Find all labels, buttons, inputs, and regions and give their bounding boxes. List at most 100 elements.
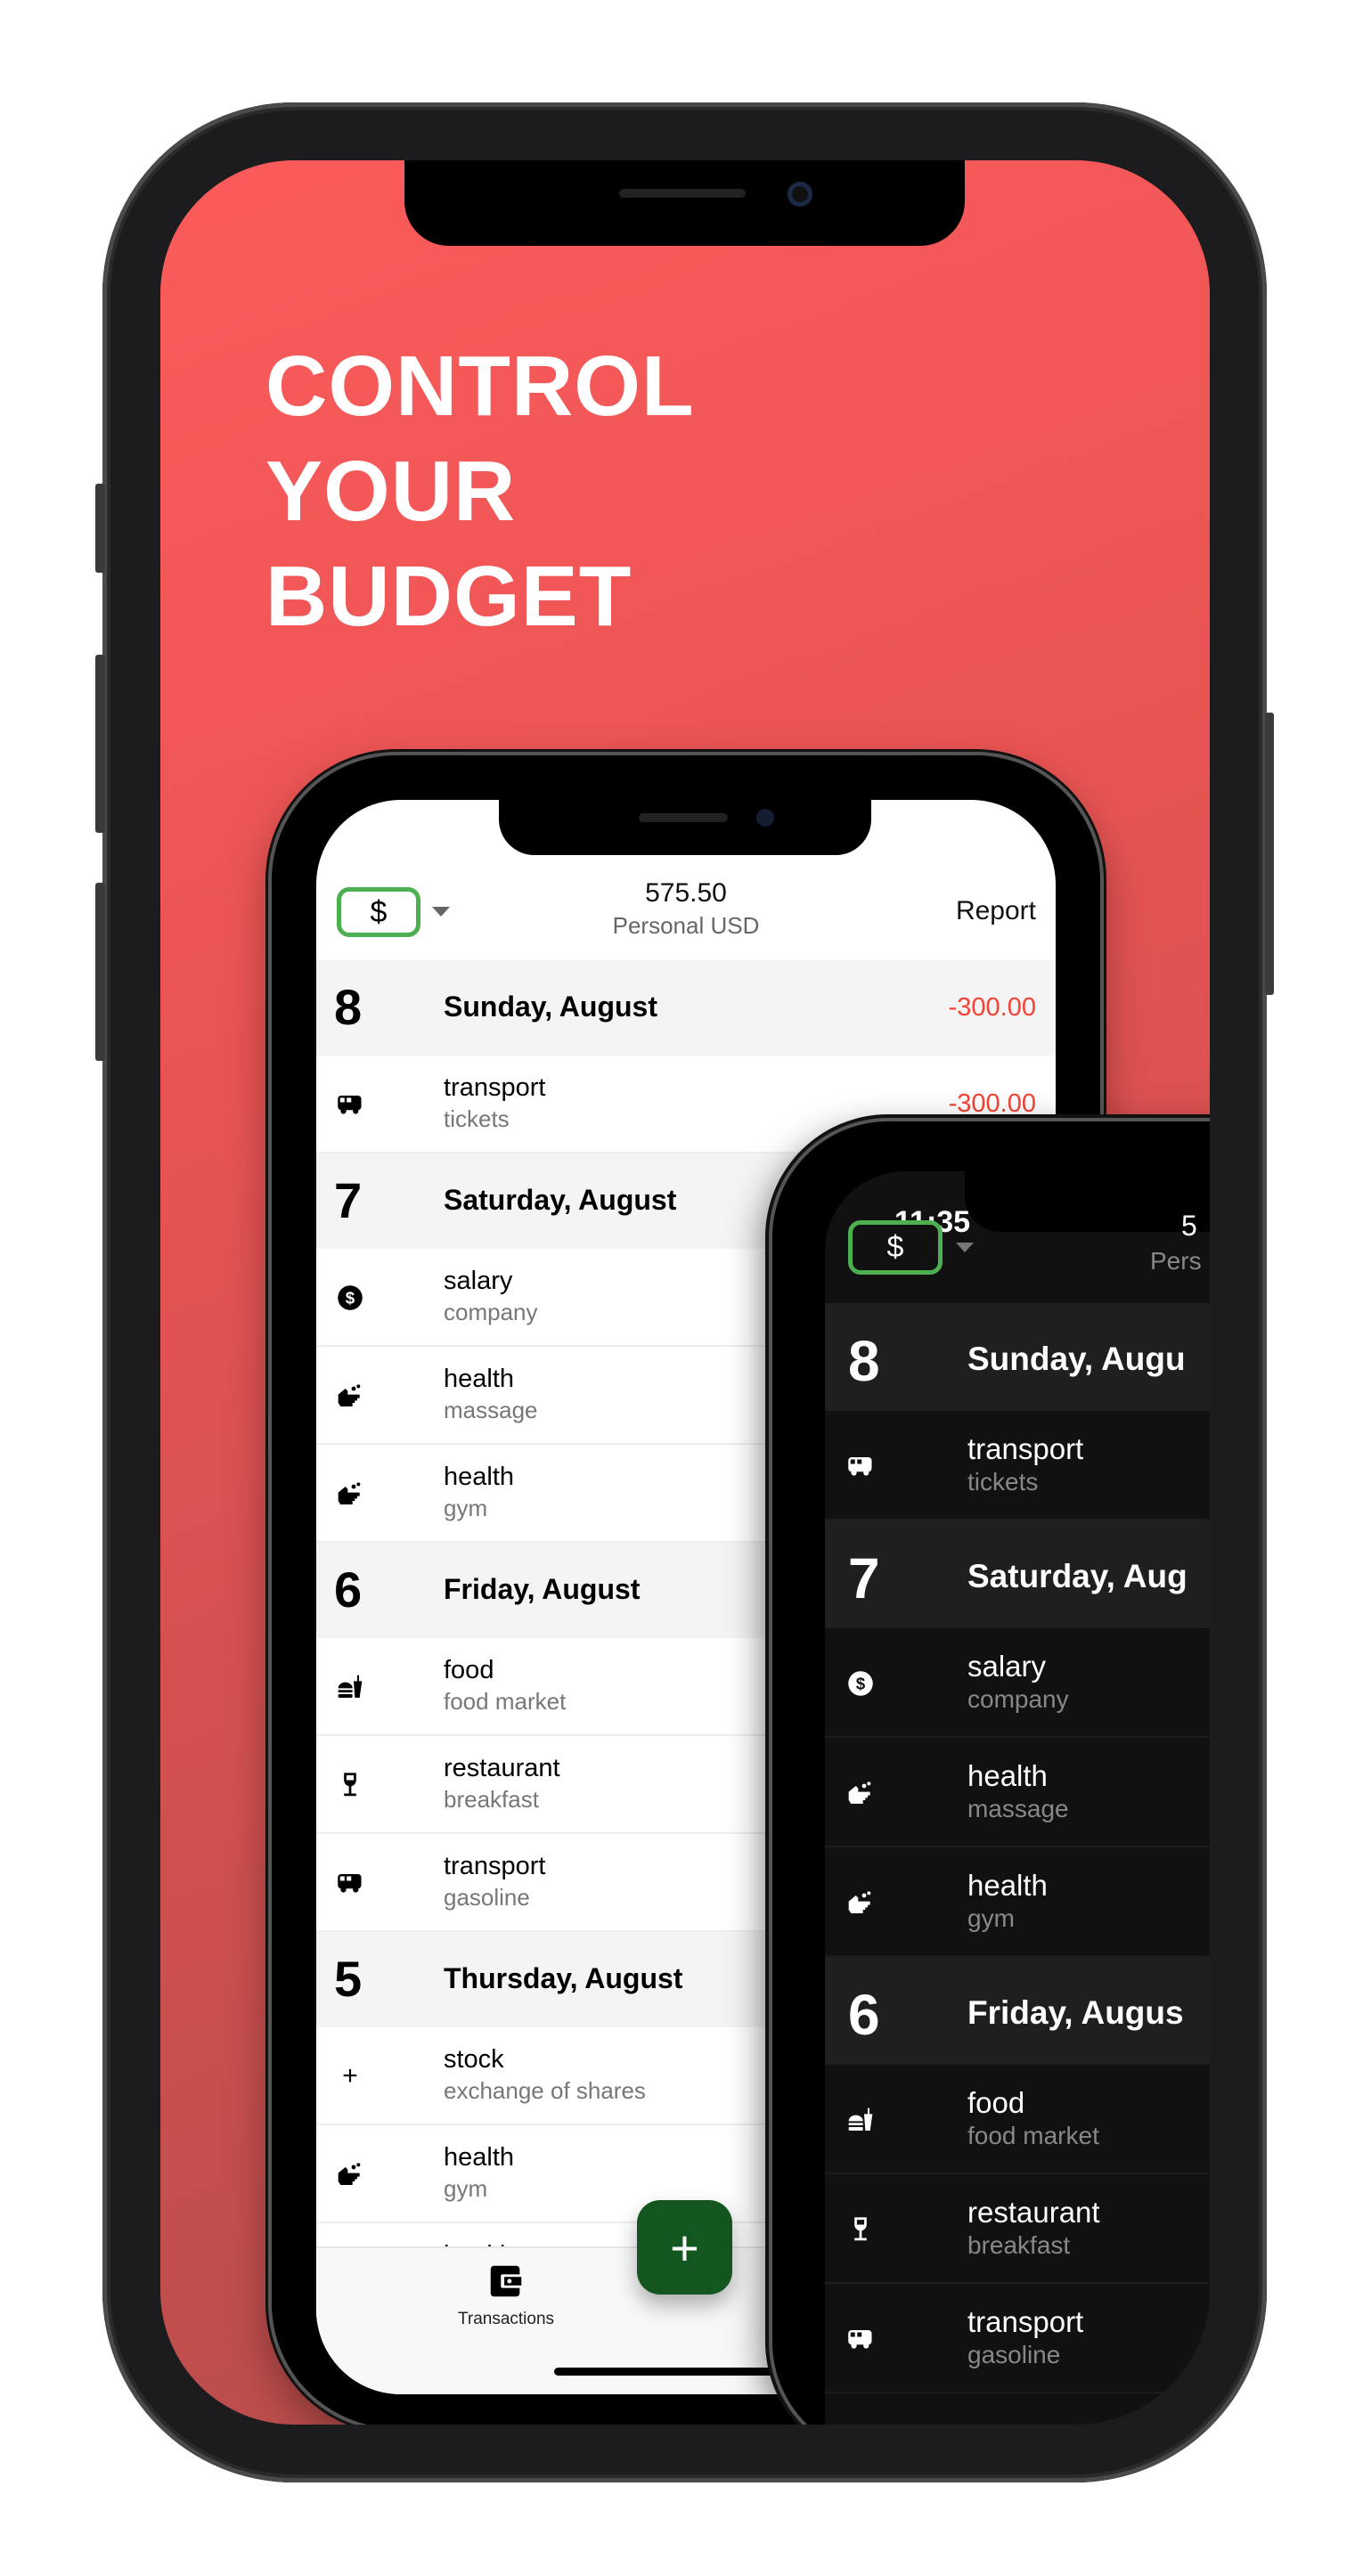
dropdown-arrow-icon[interactable]	[956, 1243, 974, 1252]
fastfood-icon	[332, 1638, 368, 1736]
tab-transactions[interactable]: Transactions	[453, 2261, 559, 2329]
category: health	[967, 1759, 1048, 1792]
category: salary	[444, 1267, 513, 1295]
subcategory: breakfast	[967, 2231, 1071, 2259]
subcategory: exchange of shares	[444, 2077, 646, 2104]
hand-wash-icon	[843, 1738, 878, 1847]
account-name: Personal USD	[612, 912, 760, 939]
day-title: Sunday, August	[444, 990, 657, 1023]
day-header[interactable]: 6 Friday, Augus	[825, 1957, 1210, 2065]
transaction-row[interactable]: transport tickets	[825, 1411, 1210, 1520]
subcategory: gym	[444, 1495, 488, 1521]
bus-icon	[843, 2284, 878, 2393]
transaction-row[interactable]: health massage	[825, 1738, 1210, 1847]
day-number: 6	[334, 1561, 363, 1618]
transaction-row[interactable]: food food market	[825, 2065, 1210, 2174]
subcategory: gym	[444, 2175, 488, 2202]
category: health	[444, 1463, 515, 1491]
notch	[499, 800, 871, 855]
plus-icon: +	[670, 2219, 699, 2276]
day-title: Sunday, Augu	[967, 1341, 1186, 1377]
dark-phone: 11:35 $ 5 Pers 8 Sunday, Augu transport …	[772, 1121, 1210, 2425]
transaction-row[interactable]: health gym	[825, 1847, 1210, 1957]
category: transport	[967, 2305, 1084, 2338]
currency-selector[interactable]: $	[848, 1220, 943, 1275]
category: salary	[967, 1650, 1047, 1683]
hand-wash-icon	[843, 1847, 878, 1957]
day-title: Friday, Augus	[967, 1994, 1184, 2031]
subcategory: food market	[967, 2122, 1099, 2149]
currency-symbol: $	[886, 1230, 904, 1264]
bus-icon	[332, 1056, 368, 1153]
subcategory: tickets	[967, 1468, 1039, 1496]
category: food	[967, 2086, 1025, 2119]
amount: -300.00	[948, 1089, 1036, 1118]
tab-label: Transactions	[457, 2310, 555, 2328]
category: transport	[444, 1073, 546, 1102]
category: transport	[967, 1432, 1084, 1465]
day-number: 7	[848, 1546, 880, 1610]
fastfood-icon	[843, 2065, 878, 2174]
notch	[965, 1171, 1210, 1232]
dropdown-arrow-icon[interactable]	[432, 907, 450, 917]
day-title: Friday, August	[444, 1573, 641, 1605]
subcategory: breakfast	[444, 1786, 539, 1813]
day-title: Saturday, August	[444, 1184, 677, 1216]
mute-switch	[95, 484, 105, 573]
headline-line: CONTROL	[265, 338, 695, 434]
subcategory: company	[444, 1299, 538, 1325]
day-header[interactable]: 7 Saturday, Aug	[825, 1520, 1210, 1628]
account-name: Pers	[1150, 1247, 1202, 1275]
day-header[interactable]: 8 Sunday, August -300.00	[316, 960, 1056, 1056]
wine-glass-icon	[332, 1736, 368, 1834]
category: health	[444, 2143, 515, 2172]
category: transport	[444, 1852, 546, 1880]
category: stock	[444, 2045, 504, 2074]
day-header[interactable]: 8 Sunday, Augu	[825, 1303, 1210, 1411]
subcategory: tickets	[444, 1105, 510, 1132]
headline-line: BUDGET	[265, 549, 633, 644]
wine-glass-icon	[843, 2174, 878, 2284]
report-button[interactable]: Report	[956, 896, 1036, 926]
camera	[788, 182, 812, 207]
category: health	[967, 1869, 1048, 1902]
dollar-circle-icon: $	[332, 1249, 368, 1347]
svg-text:$: $	[346, 1288, 355, 1307]
volume-down-button	[95, 883, 105, 1061]
transaction-row[interactable]: transport gasoline	[825, 2284, 1210, 2393]
currency-selector[interactable]: $	[337, 887, 420, 937]
plus-icon: +	[342, 2061, 358, 2091]
speaker	[619, 189, 746, 198]
day-number: 8	[848, 1329, 880, 1393]
balance: 575.50	[645, 878, 727, 908]
headline-line: YOUR	[265, 444, 517, 539]
subcategory: gasoline	[967, 2341, 1061, 2368]
power-button	[1265, 713, 1274, 995]
add-transaction-button[interactable]: +	[637, 2200, 732, 2295]
hand-wash-icon	[332, 2125, 368, 2223]
day-title: Thursday, August	[444, 1962, 683, 1994]
category: food	[444, 1656, 494, 1684]
category: restaurant	[967, 2196, 1100, 2229]
subcategory: gym	[967, 1904, 1015, 1932]
day-title: Saturday, Aug	[967, 1558, 1188, 1594]
currency-symbol: $	[370, 894, 388, 929]
day-number: 7	[334, 1172, 363, 1228]
headline: CONTROL YOUR BUDGET	[265, 334, 695, 649]
transaction-row[interactable]: $ salary company	[825, 1628, 1210, 1738]
subcategory: gasoline	[444, 1884, 530, 1911]
category: restaurant	[444, 1754, 560, 1782]
subcategory: massage	[967, 1795, 1069, 1822]
bus-icon	[332, 1834, 368, 1932]
category: health	[444, 1365, 515, 1393]
subcategory: massage	[444, 1397, 538, 1423]
dollar-circle-icon: $	[843, 1628, 878, 1738]
bus-icon	[843, 1411, 878, 1520]
amount: -300.00	[948, 992, 1036, 1022]
balance: 5	[1181, 1210, 1197, 1242]
outer-notch	[404, 160, 965, 246]
hand-wash-icon	[332, 1347, 368, 1445]
subcategory: company	[967, 1685, 1069, 1713]
volume-up-button	[95, 655, 105, 833]
transaction-row[interactable]: restaurant breakfast	[825, 2174, 1210, 2284]
